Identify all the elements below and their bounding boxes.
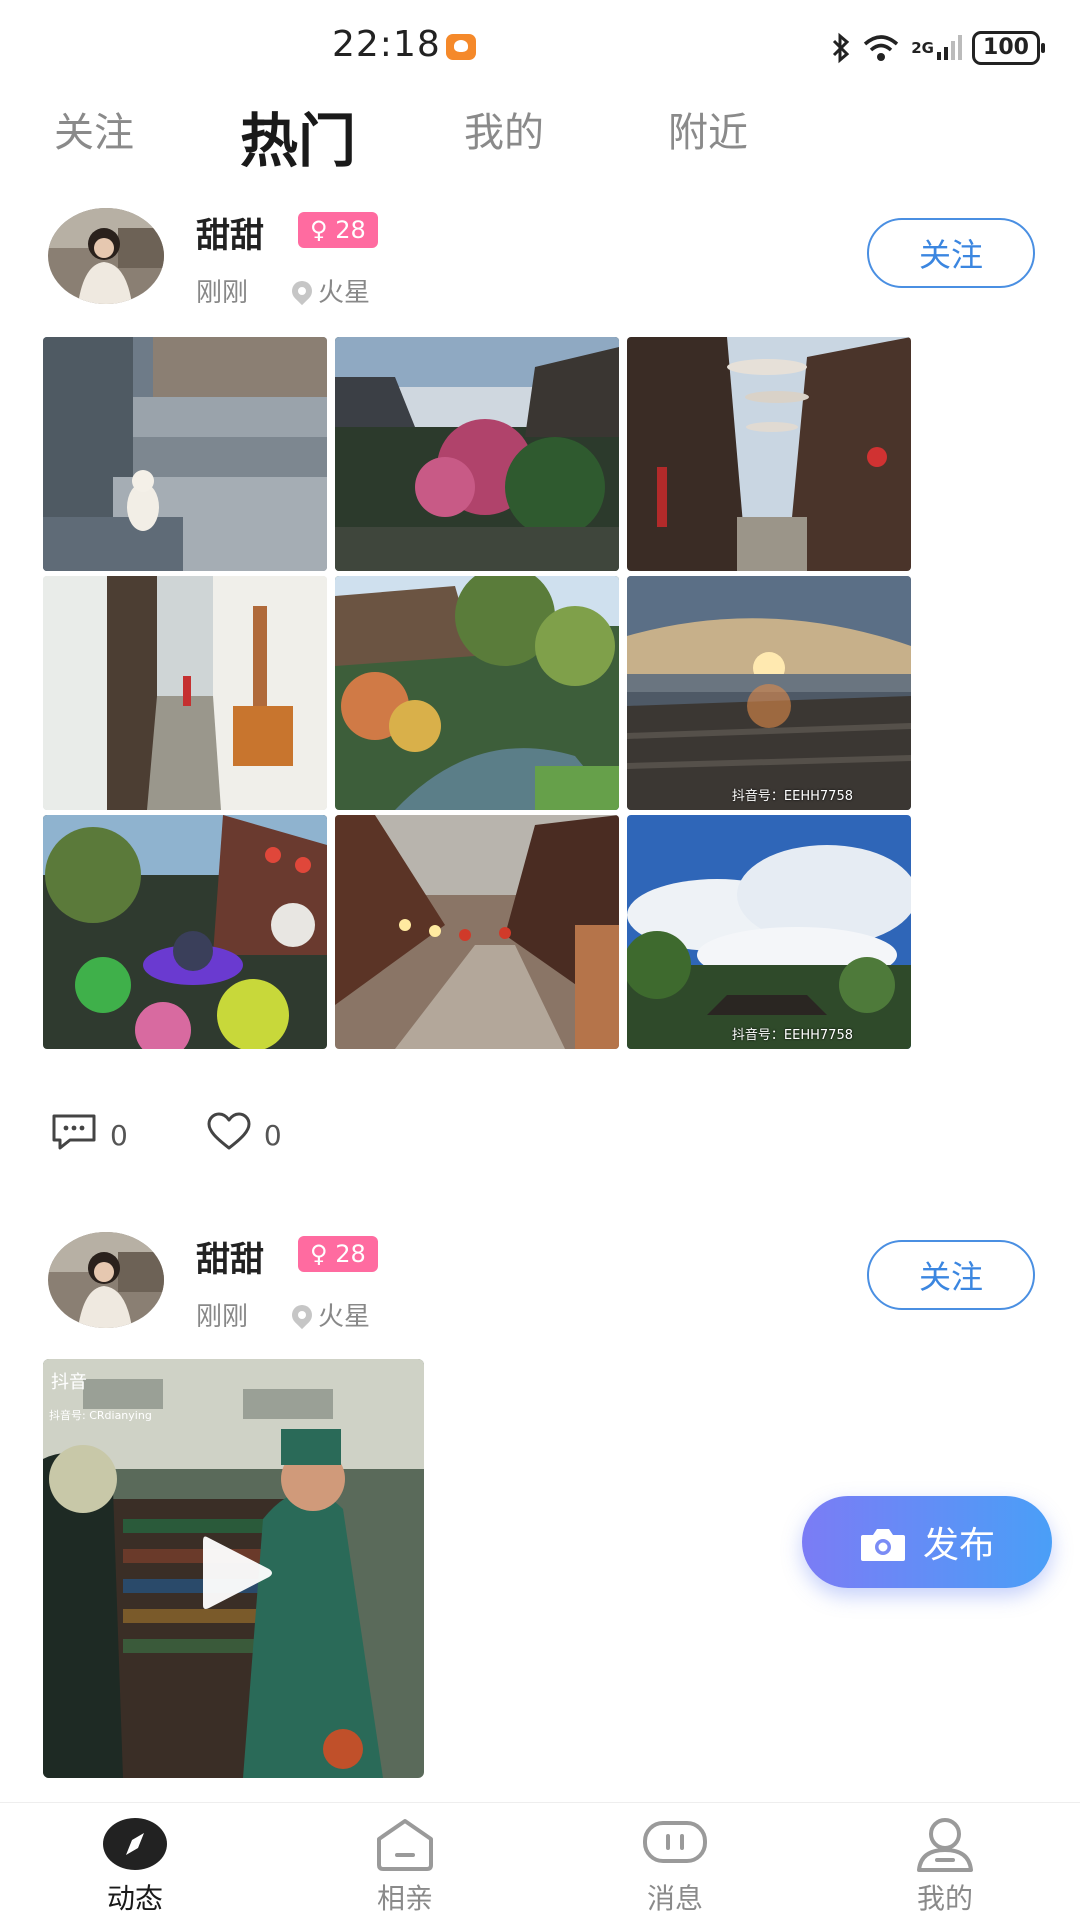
app-notification-icon [446,34,476,60]
nav-item-profile[interactable]: 我的 [870,1803,1020,1921]
avatar[interactable] [48,208,164,304]
feed-tabs: 关注 热门 我的 附近 [0,100,1080,180]
photo-thumbnail[interactable] [335,576,619,810]
gender-age-badge: ♀ 28 [298,1236,378,1272]
status-clock: 22:18 [332,24,441,65]
profile-icon [915,1817,975,1872]
camera-icon [859,1527,905,1561]
compass-icon [102,1817,168,1871]
post-time: 刚刚 [196,1302,249,1332]
username[interactable]: 甜甜 [196,1232,264,1281]
publish-button[interactable]: 发布 [802,1496,1052,1588]
location-pin-icon [287,276,317,305]
tab-mine[interactable]: 我的 [464,100,544,158]
comment-icon [50,1112,98,1159]
photo-thumbnail[interactable] [335,337,619,571]
bluetooth-icon [831,32,851,64]
post-location: 火星 [287,272,371,309]
username[interactable]: 甜甜 [196,208,264,257]
video-thumbnail[interactable]: 抖音 抖音号: CRdianying [43,1359,424,1778]
photo-thumbnail[interactable] [43,337,327,571]
photo-thumbnail[interactable] [43,576,327,810]
like-count: 0 [263,1119,282,1152]
comment-button[interactable]: 0 [50,1112,128,1159]
post-stats: 0 0 [50,1112,282,1159]
battery-icon: 100 [972,31,1045,65]
message-icon [642,1817,708,1871]
home-icon [373,1817,437,1871]
photo-watermark: 抖音号：EEHH7758 [731,1028,853,1043]
follow-button[interactable]: 关注 [867,1240,1035,1310]
photo-thumbnail[interactable]: 抖音号：EEHH7758 [627,576,911,810]
wifi-icon [861,32,901,64]
location-text: 火星 [318,278,371,308]
tab-hot[interactable]: 热门 [240,94,356,178]
cellular-signal-icon: 2G [911,34,962,62]
nav-item-messages[interactable]: 消息 [600,1803,750,1921]
gender-age-badge: ♀ 28 [298,212,378,248]
comment-count: 0 [110,1119,128,1152]
signal-label: 2G [911,39,934,57]
post-time: 刚刚 [196,278,249,308]
photo-thumbnail[interactable]: 抖音号：EEHH7758 [627,815,911,1049]
bottom-nav: 动态 相亲 消息 我的 [0,1802,1080,1921]
play-icon[interactable] [193,1531,277,1619]
publish-label: 发布 [922,1525,995,1566]
photo-grid: 抖音号：EEHH7758 抖音号：EEHH7758 [43,337,911,1049]
photo-watermark: 抖音号：EEHH7758 [731,789,853,804]
location-pin-icon [287,1300,317,1329]
photo-thumbnail[interactable] [627,337,911,571]
status-bar: 22:18 2G 100 [0,0,1080,90]
video-brand-label: 抖音 [51,1372,87,1393]
system-icons: 2G 100 [831,28,1045,68]
post-location: 火星 [287,1296,371,1333]
video-account-label: 抖音号: CRdianying [49,1409,152,1422]
tab-nearby[interactable]: 附近 [668,100,748,158]
avatar[interactable] [48,1232,164,1328]
nav-item-feed[interactable]: 动态 [60,1803,210,1921]
nav-item-dating[interactable]: 相亲 [330,1803,480,1921]
tab-follow[interactable]: 关注 [54,100,134,158]
photo-thumbnail[interactable] [43,815,327,1049]
location-text: 火星 [318,1302,371,1332]
photo-thumbnail[interactable] [335,815,619,1049]
like-button[interactable]: 0 [206,1112,282,1159]
follow-button[interactable]: 关注 [867,218,1035,288]
heart-icon [206,1112,252,1159]
